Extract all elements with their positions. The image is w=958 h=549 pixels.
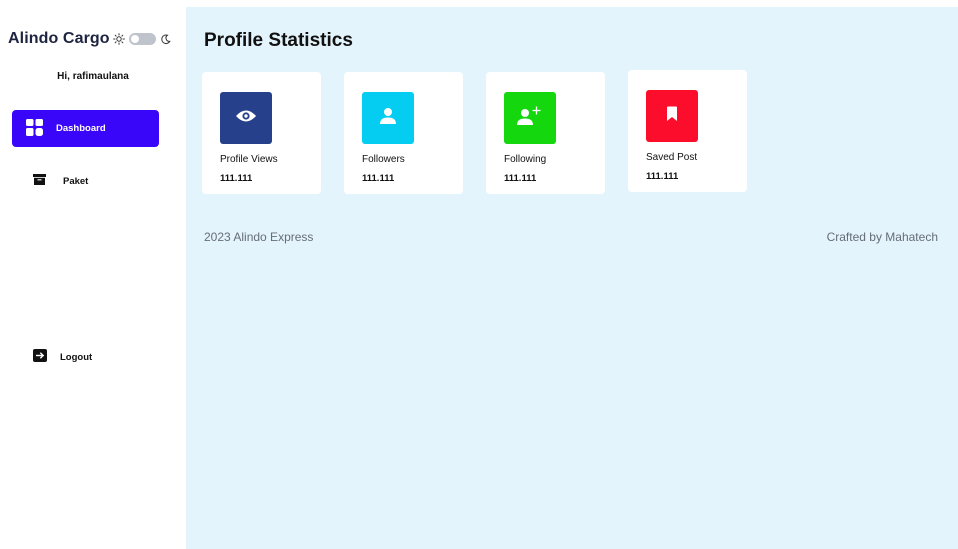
stat-tile <box>362 92 414 144</box>
footer-copyright: 2023 Alindo Express <box>204 230 314 244</box>
brand-title: Alindo Cargo <box>8 30 110 47</box>
stat-value: 111.111 <box>646 171 679 182</box>
stat-value: 111.111 <box>504 173 537 184</box>
stat-card-followers: Followers 111.111 <box>344 72 463 194</box>
stat-card-saved-post: Saved Post 111.111 <box>628 70 747 192</box>
footer-credit: Crafted by Mahatech <box>826 230 938 244</box>
dashboard-grid-icon <box>26 118 43 139</box>
sidebar: Alindo Cargo Hi, rafimaulana Dashboard P… <box>0 0 186 549</box>
stat-label: Following <box>504 154 547 165</box>
bookmark-icon <box>666 106 678 127</box>
stat-tile <box>646 90 698 142</box>
theme-toggle-switch[interactable] <box>129 33 156 45</box>
stat-value: 111.111 <box>220 173 253 184</box>
sidebar-item-label: Dashboard <box>56 123 106 134</box>
sidebar-item-label: Logout <box>60 351 93 363</box>
moon-icon <box>160 33 171 45</box>
stat-label: Saved Post <box>646 152 698 163</box>
stat-tile <box>504 92 556 144</box>
stat-card-profile-views: Profile Views 111.111 <box>202 72 321 194</box>
package-box-icon <box>33 174 46 188</box>
stat-tile <box>220 92 272 144</box>
theme-toggle-group[interactable] <box>113 33 171 45</box>
sidebar-item-label: Paket <box>63 175 89 187</box>
user-plus-icon <box>517 106 543 131</box>
stat-label: Followers <box>362 154 405 165</box>
eye-icon <box>235 108 257 129</box>
stat-value: 111.111 <box>362 173 395 184</box>
stat-card-following: Following 111.111 <box>486 72 605 194</box>
sidebar-item-logout[interactable]: Logout <box>33 349 92 365</box>
sun-icon <box>113 33 125 45</box>
stat-label: Profile Views <box>220 154 278 165</box>
page-title: Profile Statistics <box>204 30 353 51</box>
user-greeting: Hi, rafimaulana <box>57 71 129 82</box>
main-content: Profile Statistics Profile Views 111.111 <box>186 7 958 549</box>
logout-arrow-icon <box>33 349 47 365</box>
sidebar-item-dashboard[interactable]: Dashboard <box>12 110 159 147</box>
sidebar-item-paket[interactable]: Paket <box>33 174 88 188</box>
user-icon <box>379 107 397 130</box>
toggle-knob <box>131 35 139 43</box>
